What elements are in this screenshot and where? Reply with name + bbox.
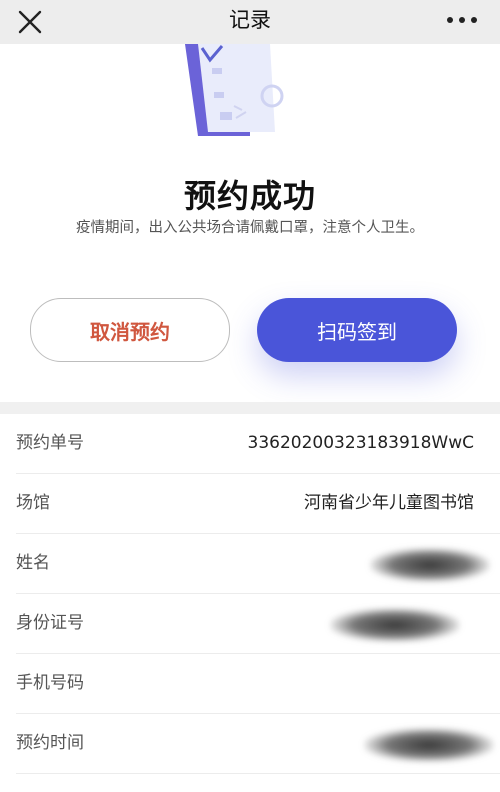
detail-row-name: 姓名 bbox=[16, 534, 500, 594]
section-divider bbox=[0, 402, 500, 414]
reservation-details: 预约单号 3362020032318391​8WwC 场馆 河南省少年儿童图书馆… bbox=[0, 414, 500, 774]
notice-text: 疫情期间，出入公共场合请佩戴口罩，注意个人卫生。 bbox=[76, 220, 424, 236]
phone-illustration-icon bbox=[150, 44, 350, 144]
order-number-label: 预约单号 bbox=[16, 433, 84, 453]
phone-label: 手机号码 bbox=[16, 673, 84, 693]
success-title: 预约成功 bbox=[183, 177, 316, 215]
redacted-name bbox=[370, 548, 490, 582]
venue-label: 场馆 bbox=[16, 493, 50, 513]
more-icon[interactable] bbox=[442, 10, 482, 30]
id-number-label: 身份证号 bbox=[16, 613, 84, 633]
redacted-id-number bbox=[330, 608, 460, 642]
detail-row-venue: 场馆 河南省少年儿童图书馆 bbox=[16, 474, 500, 534]
scan-checkin-button[interactable]: 扫码签到 bbox=[257, 298, 457, 362]
cancel-reservation-button[interactable]: 取消预约 bbox=[30, 298, 230, 362]
venue-value: 河南省少年儿童图书馆 bbox=[304, 493, 474, 513]
name-label: 姓名 bbox=[16, 553, 50, 573]
detail-row-order-number: 预约单号 3362020032318391​8WwC bbox=[16, 414, 500, 474]
page-title: 记录 bbox=[229, 8, 271, 32]
detail-row-phone: 手机号码 bbox=[16, 654, 500, 714]
reservation-time-label: 预约时间 bbox=[16, 733, 84, 753]
top-bar: 记录 bbox=[0, 0, 500, 44]
success-panel: 预约成功 疫情期间，出入公共场合请佩戴口罩，注意个人卫生。 取消预约 扫码签到 bbox=[0, 44, 500, 402]
redacted-reservation-time bbox=[364, 728, 494, 762]
detail-row-id-number: 身份证号 bbox=[16, 594, 500, 654]
order-number-value: 3362020032318391​8WwC bbox=[247, 433, 474, 453]
detail-row-reservation-time: 预约时间 bbox=[16, 714, 500, 774]
